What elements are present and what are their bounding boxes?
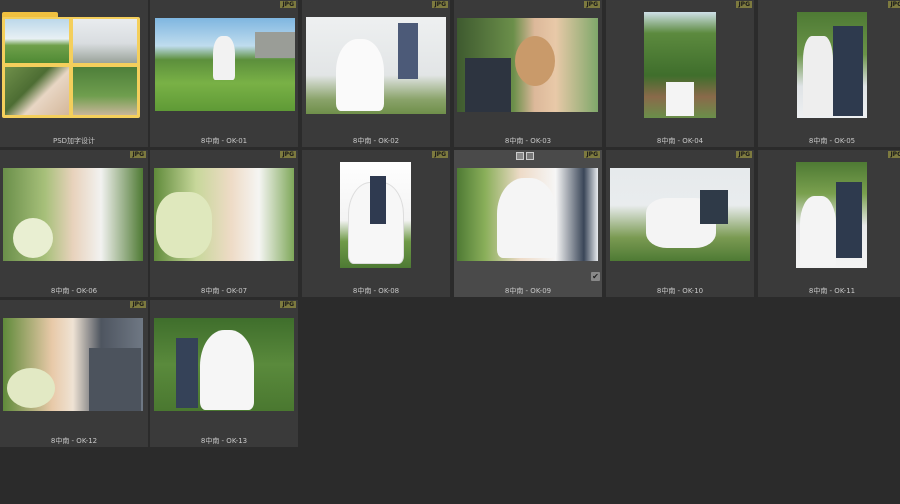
file-name: 8中南 - OK-09 (504, 287, 552, 295)
photo-thumbnail (457, 168, 598, 261)
jpg-badge: JPG (280, 301, 296, 308)
file-item[interactable]: JPG 8中南 - OK-11 (758, 150, 900, 297)
file-item[interactable]: JPG 8中南 - OK-12 (0, 300, 148, 447)
folder-label: PSD加字设计 (52, 137, 96, 145)
file-name: 8中南 - OK-13 (200, 437, 248, 445)
jpg-badge: JPG (584, 1, 600, 8)
photo-thumbnail (154, 318, 294, 411)
edit-icon[interactable] (526, 152, 534, 160)
file-name: 8中南 - OK-08 (352, 287, 400, 295)
file-item[interactable]: JPG 8中南 - OK-13 (150, 300, 298, 447)
photo-thumbnail (154, 168, 294, 261)
file-item[interactable]: JPG 8中南 - OK-07 (150, 150, 298, 297)
checkbox-icon[interactable]: ✔ (591, 272, 600, 281)
file-item[interactable]: JPG 8中南 - OK-04 (606, 0, 754, 147)
photo-thumbnail (155, 18, 295, 111)
jpg-badge: JPG (130, 301, 146, 308)
file-item[interactable]: JPG 8中南 - OK-01 (150, 0, 298, 147)
jpg-badge: JPG (584, 151, 600, 158)
file-name: 8中南 - OK-04 (656, 137, 704, 145)
jpg-badge: JPG (736, 1, 752, 8)
file-name: 8中南 - OK-11 (808, 287, 856, 295)
photo-thumbnail (610, 168, 750, 261)
photo-thumbnail (457, 18, 598, 112)
file-name: 8中南 - OK-10 (656, 287, 704, 295)
jpg-badge: JPG (888, 1, 900, 8)
photo-thumbnail (644, 12, 716, 118)
file-name: 8中南 - OK-02 (352, 137, 400, 145)
folder-icon (2, 12, 140, 118)
jpg-badge: JPG (432, 151, 448, 158)
folder-item[interactable]: PSD加字设计 (0, 0, 148, 147)
file-item[interactable]: JPG 8中南 - OK-06 (0, 150, 148, 297)
file-name: 8中南 - OK-07 (200, 287, 248, 295)
file-name: 8中南 - OK-06 (50, 287, 98, 295)
file-item[interactable]: JPG 8中南 - OK-05 (758, 0, 900, 147)
photo-thumbnail (306, 17, 446, 114)
file-name: 8中南 - OK-12 (50, 437, 98, 445)
file-item-selected[interactable]: JPG ✔ 8中南 - OK-09 (454, 150, 602, 297)
jpg-badge: JPG (736, 151, 752, 158)
jpg-badge: JPG (888, 151, 900, 158)
photo-thumbnail (797, 12, 867, 118)
photo-thumbnail (796, 162, 867, 268)
photo-thumbnail (3, 318, 143, 411)
photo-thumbnail (340, 162, 411, 268)
jpg-badge: JPG (432, 1, 448, 8)
file-item[interactable]: JPG 8中南 - OK-02 (302, 0, 450, 147)
file-item[interactable]: JPG 8中南 - OK-10 (606, 150, 754, 297)
file-item[interactable]: JPG 8中南 - OK-08 (302, 150, 450, 297)
jpg-badge: JPG (130, 151, 146, 158)
file-name: 8中南 - OK-05 (808, 137, 856, 145)
thumbnail-grid: PSD加字设计 JPG 8中南 - OK-01 JPG 8中南 - OK-02 … (0, 0, 900, 504)
square-icon[interactable] (516, 152, 524, 160)
file-name: 8中南 - OK-01 (200, 137, 248, 145)
file-item[interactable]: JPG 8中南 - OK-03 (454, 0, 602, 147)
jpg-badge: JPG (280, 1, 296, 8)
file-name: 8中南 - OK-03 (504, 137, 552, 145)
jpg-badge: JPG (280, 151, 296, 158)
photo-thumbnail (3, 168, 143, 261)
